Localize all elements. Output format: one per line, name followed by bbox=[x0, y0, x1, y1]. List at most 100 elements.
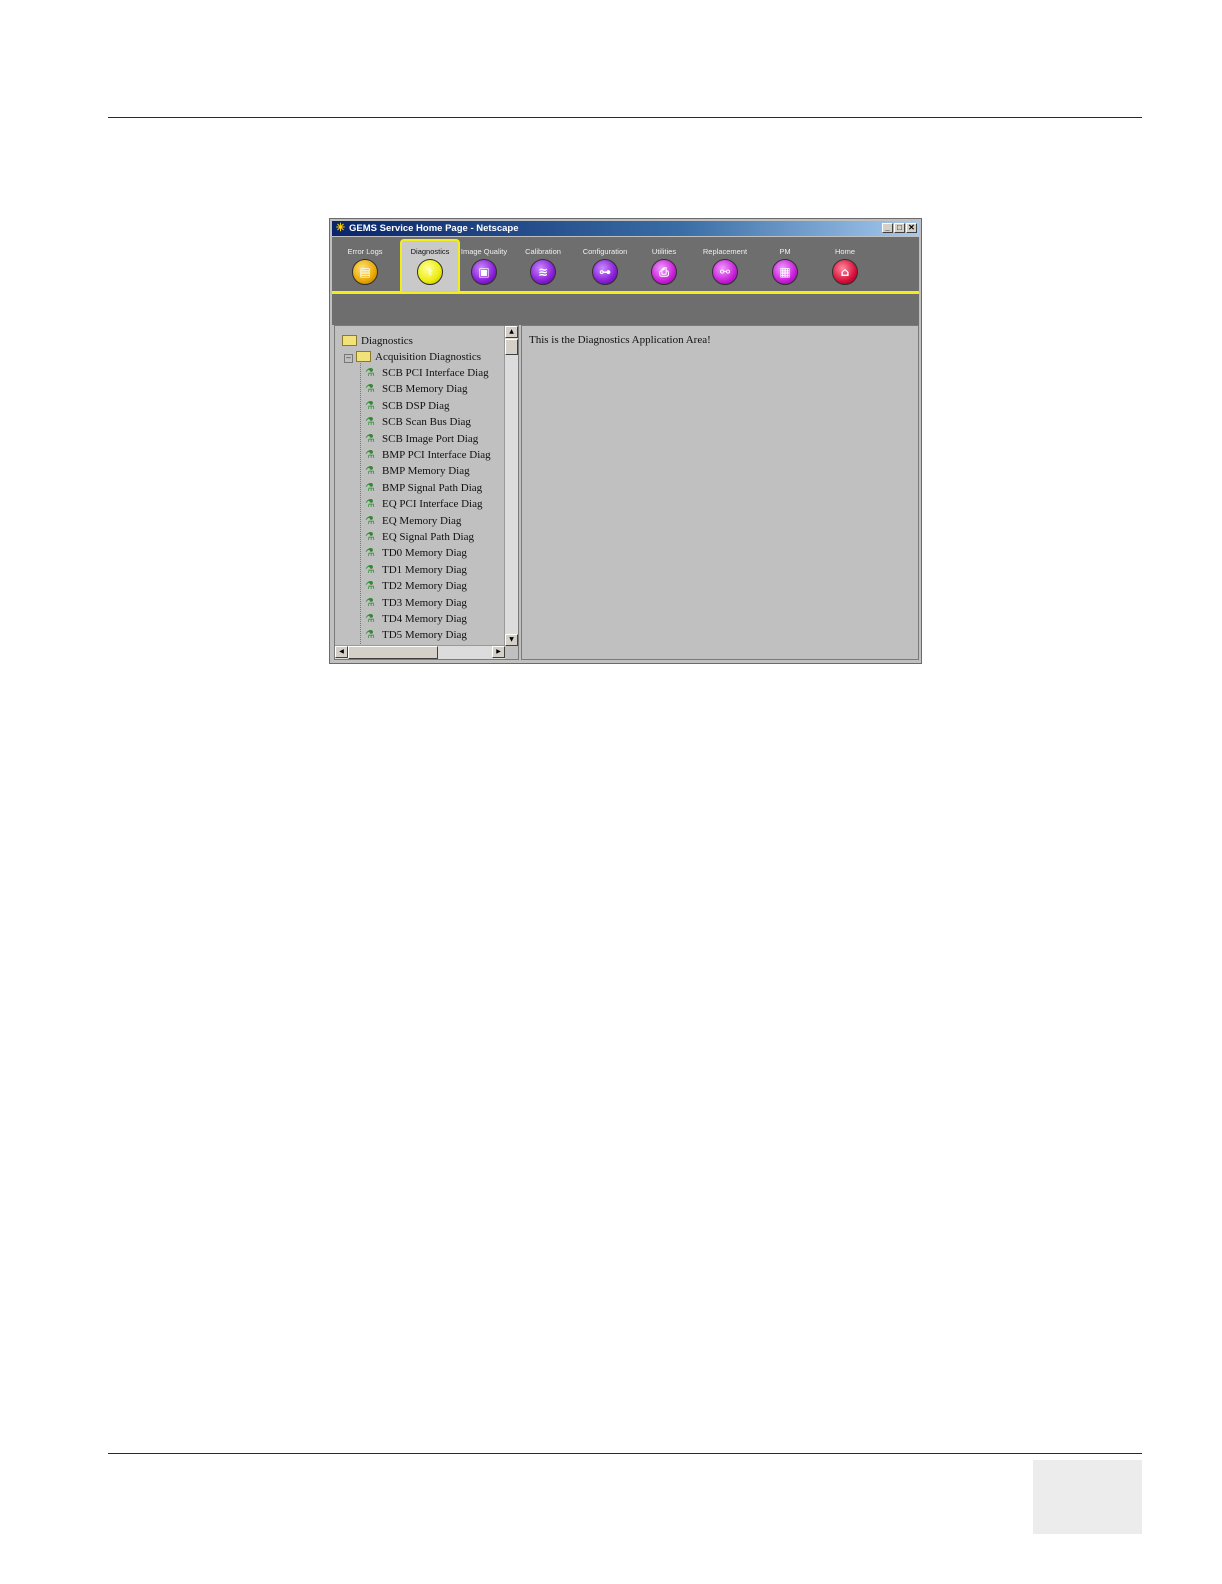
tree-item[interactable]: ⚗ SCB Scan Bus Diag bbox=[365, 414, 471, 430]
image-quality-icon: ▣ bbox=[471, 259, 497, 285]
tree-item-label: TD4 Memory Diag bbox=[382, 613, 467, 625]
window-title: GEMS Service Home Page - Netscape bbox=[349, 223, 519, 234]
diagnostic-icon: ⚗ bbox=[365, 382, 375, 396]
tree-item[interactable]: ⚗ TD0 Memory Diag bbox=[365, 545, 467, 561]
tab-label: Error Logs bbox=[347, 247, 383, 256]
browser-window: ✳ GEMS Service Home Page - Netscape _ □ … bbox=[329, 218, 922, 664]
tree-item-label: SCB DSP Diag bbox=[382, 399, 450, 412]
tree-item[interactable]: ⚗ TD1 Memory Diag bbox=[365, 562, 467, 578]
tree-item[interactable]: ⚗ TD5 Memory Diag bbox=[365, 627, 467, 643]
horizontal-scroll-thumb[interactable] bbox=[348, 646, 438, 659]
header-rule bbox=[108, 117, 1142, 118]
tree-item[interactable]: ⚗ SCB DSP Diag bbox=[365, 398, 449, 414]
calibration-icon: ≋ bbox=[530, 259, 556, 285]
title-bar: ✳ GEMS Service Home Page - Netscape _ □ … bbox=[332, 221, 919, 236]
tab-home[interactable]: Home ⌂ bbox=[815, 239, 875, 289]
tree-item-label: BMP Memory Diag bbox=[382, 465, 470, 478]
subheader-band bbox=[332, 294, 919, 325]
tree-item-label: SCB Memory Diag bbox=[382, 383, 468, 396]
tree-item-label: TD0 Memory Diag bbox=[382, 547, 467, 560]
tree-group-acquisition[interactable]: − Acquisition Diagnostics bbox=[344, 349, 481, 365]
scroll-up-icon[interactable]: ▲ bbox=[505, 326, 518, 338]
tab-label: Diagnostics bbox=[410, 247, 450, 256]
tab-pm[interactable]: PM ▦ bbox=[755, 239, 815, 289]
tree-item[interactable]: ⚗ BMP PCI Interface Diag bbox=[365, 447, 491, 463]
pm-icon: ▦ bbox=[772, 259, 798, 285]
diagnostic-icon: ⚗ bbox=[365, 415, 375, 429]
tab-label: Utilities bbox=[651, 247, 677, 256]
scroll-thumb[interactable] bbox=[505, 339, 518, 355]
diagnostic-icon: ⚗ bbox=[365, 628, 375, 642]
diagnostics-icon: ⚕ bbox=[417, 259, 443, 285]
tree-item[interactable]: ⚗ SCB Image Port Diag bbox=[365, 431, 478, 447]
tab-diagnostics[interactable]: Diagnostics ⚕ bbox=[400, 239, 460, 292]
tree-item[interactable]: ⚗ TD3 Memory Diag bbox=[365, 595, 467, 611]
tree-guide-line bbox=[360, 358, 361, 646]
tree-item[interactable]: ⚗ BMP Memory Diag bbox=[365, 463, 470, 479]
tab-label: Calibration bbox=[525, 247, 561, 256]
page-number-box bbox=[1033, 1460, 1142, 1534]
tree-horizontal-scrollbar[interactable]: ◀ ▶ bbox=[335, 645, 505, 659]
diagnostic-icon: ⚗ bbox=[365, 595, 375, 609]
service-toolbar: Error Logs ▤ Diagnostics ⚕ Image Quality… bbox=[332, 237, 919, 294]
error-logs-icon: ▤ bbox=[352, 259, 378, 285]
scroll-right-icon[interactable]: ▶ bbox=[492, 646, 505, 658]
tree-item-label: EQ Memory Diag bbox=[382, 514, 462, 527]
tree-item-label: TD3 Memory Diag bbox=[382, 596, 467, 609]
configuration-icon: ⊶ bbox=[592, 259, 618, 285]
tab-label: Replacement bbox=[702, 247, 748, 256]
tree-item-label: SCB PCI Interface Diag bbox=[382, 367, 489, 379]
diagnostic-icon: ⚗ bbox=[365, 562, 375, 576]
tree-item-label: TD5 Memory Diag bbox=[382, 629, 467, 642]
tree-item-label: SCB Scan Bus Diag bbox=[382, 416, 471, 429]
diagnostic-icon: ⚗ bbox=[365, 431, 375, 445]
tree-item[interactable]: ⚗ SCB Memory Diag bbox=[365, 381, 468, 397]
tree-item-label: BMP PCI Interface Diag bbox=[382, 449, 491, 461]
tab-image-quality[interactable]: Image Quality ▣ bbox=[454, 239, 514, 289]
diagnostic-icon: ⚗ bbox=[365, 579, 375, 593]
diagnostic-icon: ⚗ bbox=[365, 448, 375, 461]
diagnostic-icon: ⚗ bbox=[365, 497, 375, 511]
tab-label: Image Quality bbox=[460, 247, 508, 256]
tab-error-logs[interactable]: Error Logs ▤ bbox=[335, 239, 395, 289]
diagnostic-icon: ⚗ bbox=[365, 398, 375, 412]
tree-item-label: TD2 Memory Diag bbox=[382, 580, 467, 593]
tree-item[interactable]: ⚗ TD4 Memory Diag bbox=[365, 611, 467, 627]
tree-item-label: EQ PCI Interface Diag bbox=[382, 498, 483, 511]
diagnostic-icon: ⚗ bbox=[365, 612, 375, 625]
tree-item[interactable]: ⚗ EQ Memory Diag bbox=[365, 513, 461, 529]
tab-label: PM bbox=[779, 247, 791, 256]
tab-replacement[interactable]: Replacement ⚯ bbox=[695, 239, 755, 289]
home-icon: ⌂ bbox=[832, 259, 858, 285]
tab-label: Configuration bbox=[582, 247, 628, 256]
tree-item-label: BMP Signal Path Diag bbox=[382, 481, 483, 494]
folder-icon bbox=[356, 350, 371, 362]
folder-icon bbox=[342, 334, 357, 346]
tree-item[interactable]: ⚗ BMP Signal Path Diag bbox=[365, 480, 482, 496]
scroll-down-icon[interactable]: ▼ bbox=[505, 634, 518, 646]
diagnostic-icon: ⚗ bbox=[365, 546, 375, 560]
diagnostic-icon: ⚗ bbox=[365, 513, 375, 527]
tab-utilities[interactable]: Utilities ⎙ bbox=[634, 239, 694, 289]
scroll-left-icon[interactable]: ◀ bbox=[335, 646, 348, 658]
tree-item[interactable]: ⚗ SCB PCI Interface Diag bbox=[365, 365, 489, 381]
tree-item[interactable]: ⚗ EQ PCI Interface Diag bbox=[365, 496, 483, 512]
tab-configuration[interactable]: Configuration ⊶ bbox=[575, 239, 635, 289]
collapse-icon[interactable]: − bbox=[344, 354, 353, 363]
tree-item[interactable]: ⚗ EQ Signal Path Diag bbox=[365, 529, 474, 545]
tree-item-label: SCB Image Port Diag bbox=[382, 432, 479, 445]
diagnostic-icon: ⚗ bbox=[365, 366, 375, 379]
tree-item-label: TD1 Memory Diag bbox=[382, 563, 467, 576]
window-controls: _ □ ✕ bbox=[882, 223, 917, 233]
tree-item[interactable]: ⚗ TD2 Memory Diag bbox=[365, 578, 467, 594]
tree-item-label: EQ Signal Path Diag bbox=[382, 531, 474, 543]
maximize-button[interactable]: □ bbox=[894, 223, 905, 233]
minimize-button[interactable]: _ bbox=[882, 223, 893, 233]
netscape-icon: ✳ bbox=[335, 222, 346, 234]
tab-calibration[interactable]: Calibration ≋ bbox=[513, 239, 573, 289]
tree-vertical-scrollbar[interactable]: ▲ ▼ bbox=[504, 326, 518, 646]
close-button[interactable]: ✕ bbox=[906, 223, 917, 233]
application-area: This is the Diagnostics Application Area… bbox=[521, 325, 919, 660]
tree-root[interactable]: Diagnostics bbox=[342, 333, 413, 349]
diagnostic-icon: ⚗ bbox=[365, 530, 375, 543]
